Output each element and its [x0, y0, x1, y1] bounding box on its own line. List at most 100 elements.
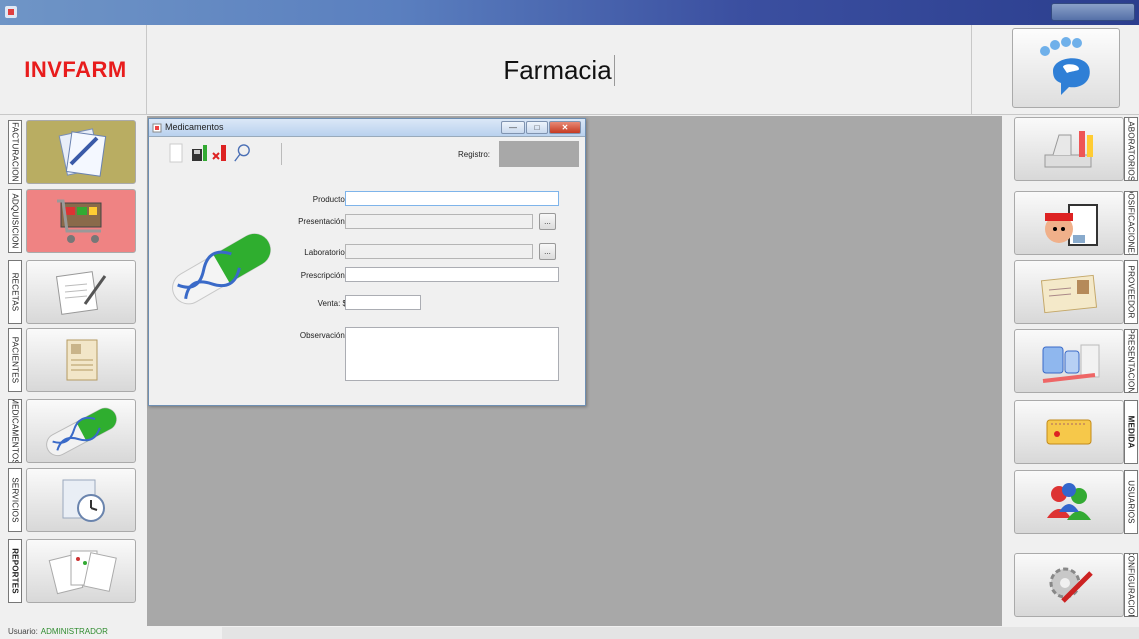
sidebar-item-proveedor[interactable]: PROVEEDOR: [1008, 260, 1138, 324]
main-titlebar: [0, 0, 1139, 25]
sidebar-label: MEDICAMENTOS: [8, 399, 22, 463]
left-sidebar: FACTURACION ADQUISICION RECETAS PACIENTE…: [8, 120, 138, 625]
dosificaciones-button[interactable]: [1014, 191, 1124, 255]
users-icon: [1047, 483, 1091, 520]
app-icon: [5, 6, 17, 18]
window-controls[interactable]: [1051, 3, 1135, 21]
sidebar-label: PACIENTES: [8, 328, 22, 392]
pacientes-button[interactable]: [26, 328, 136, 392]
recetas-button[interactable]: [26, 260, 136, 324]
close-button[interactable]: ✕: [549, 121, 581, 134]
user-value: ADMINISTRADOR: [40, 627, 108, 636]
presentacion-button[interactable]: [1014, 329, 1124, 393]
prescripcion-label: Prescripción:: [300, 271, 347, 280]
adquisicion-button[interactable]: [26, 189, 136, 253]
laboratorio-label: Laboratorio:: [304, 248, 347, 257]
producto-input[interactable]: [345, 191, 559, 206]
producto-label: Producto:: [312, 195, 347, 204]
reportes-button[interactable]: [26, 539, 136, 603]
right-sidebar: LABORATORIOS DOSIFICACIONES PROVEEDOR PR…: [1008, 117, 1138, 627]
proveedor-button[interactable]: [1014, 260, 1124, 324]
venta-input[interactable]: [345, 295, 421, 310]
prescripcion-input[interactable]: [345, 267, 559, 282]
status-bar: Usuario: ADMINISTRADOR: [0, 627, 1139, 639]
venta-label: Venta: $: [317, 299, 347, 308]
laboratorio-input[interactable]: [345, 244, 533, 259]
sidebar-item-medida[interactable]: MEDIDA: [1008, 400, 1138, 464]
lab-microscope-icon: [1044, 131, 1093, 168]
status-strip: [222, 627, 1139, 639]
shopping-cart-icon: [57, 199, 102, 243]
sidebar-item-recetas[interactable]: RECETAS: [8, 260, 138, 324]
search-icon: [234, 144, 250, 162]
reports-icon: [48, 550, 117, 595]
observacion-label: Observación:: [299, 331, 347, 340]
home-button[interactable]: [1012, 28, 1120, 108]
delete-icon: [212, 145, 226, 161]
dosage-icon: [1045, 204, 1098, 246]
new-record-button[interactable]: [167, 141, 185, 165]
header: INVFARM Farmacia: [0, 25, 1139, 115]
presentacion-label: Presentación:: [298, 217, 347, 226]
sidebar-label: RECETAS: [8, 260, 22, 324]
sidebar-label: LABORATORIOS: [1124, 117, 1138, 181]
sidebar-item-facturacion[interactable]: FACTURACION: [8, 120, 138, 184]
sidebar-label: ADQUISICION: [8, 189, 22, 253]
sidebar-item-reportes[interactable]: REPORTES: [8, 539, 138, 603]
sidebar-label: MEDIDA: [1124, 400, 1138, 464]
new-document-icon: [169, 143, 183, 163]
sidebar-label: PROVEEDOR: [1124, 260, 1138, 324]
toolbar-separator: [281, 143, 282, 165]
presentacion-browse-button[interactable]: ...: [539, 213, 556, 230]
sidebar-item-adquisicion[interactable]: ADQUISICION: [8, 189, 138, 253]
sidebar-item-presentacion[interactable]: PRESENTACION: [1008, 329, 1138, 393]
medicine-capsule-icon: [172, 233, 271, 305]
laboratorios-button[interactable]: [1014, 117, 1124, 181]
child-titlebar[interactable]: Medicamentos — □ ✕: [149, 119, 585, 137]
measure-ruler-icon: [1046, 419, 1092, 445]
clock-service-icon: [62, 479, 105, 522]
minimize-button[interactable]: —: [501, 121, 525, 134]
presentacion-input[interactable]: [345, 214, 533, 229]
maximize-button[interactable]: □: [526, 121, 548, 134]
search-button[interactable]: [233, 141, 251, 165]
facturacion-button[interactable]: [26, 120, 136, 184]
settings-tools-icon: [1049, 567, 1093, 603]
sidebar-label: CONFIGURACION: [1124, 553, 1138, 617]
sidebar-item-pacientes[interactable]: PACIENTES: [8, 328, 138, 392]
save-button[interactable]: [191, 141, 209, 165]
delete-button[interactable]: [211, 141, 229, 165]
sidebar-item-usuarios[interactable]: USUARIOS: [1008, 470, 1138, 534]
prescription-pen-icon: [55, 271, 107, 315]
observacion-textarea[interactable]: [345, 327, 559, 381]
medida-button[interactable]: [1014, 400, 1124, 464]
sidebar-item-dosificaciones[interactable]: DOSIFICACIONES: [1008, 191, 1138, 255]
logo: INVFARM: [24, 57, 127, 82]
page-title: Farmacia: [503, 54, 615, 86]
sidebar-item-configuracion[interactable]: CONFIGURACION: [1008, 553, 1138, 617]
save-icon: [192, 145, 207, 161]
footprint-logo-icon: [1040, 37, 1090, 95]
sidebar-label: DOSIFICACIONES: [1124, 191, 1138, 255]
registro-label: Registro:: [458, 150, 491, 159]
invoice-documents-icon: [58, 128, 107, 177]
sidebar-label: FACTURACION: [8, 120, 22, 184]
laboratorio-browse-button[interactable]: ...: [539, 243, 556, 260]
user-label: Usuario:: [8, 627, 38, 636]
registro-display: [499, 141, 579, 167]
window-icon: [152, 123, 162, 133]
medicamentos-window: Medicamentos — □ ✕ Registro: Producto: P…: [148, 118, 586, 406]
sidebar-label: SERVICIOS: [8, 468, 22, 532]
servicios-button[interactable]: [26, 468, 136, 532]
usuarios-button[interactable]: [1014, 470, 1124, 534]
sidebar-item-servicios[interactable]: SERVICIOS: [8, 468, 138, 532]
title-panel: Farmacia: [147, 25, 972, 115]
configuracion-button[interactable]: [1014, 553, 1124, 617]
sidebar-label: PRESENTACION: [1124, 329, 1138, 393]
sidebar-item-laboratorios[interactable]: LABORATORIOS: [1008, 117, 1138, 181]
supplier-id-card-icon: [1040, 274, 1098, 314]
sidebar-item-medicamentos[interactable]: MEDICAMENTOS: [8, 399, 138, 463]
sidebar-label: REPORTES: [8, 539, 22, 603]
logo-panel: INVFARM: [5, 25, 147, 115]
medicamentos-button[interactable]: [26, 399, 136, 463]
